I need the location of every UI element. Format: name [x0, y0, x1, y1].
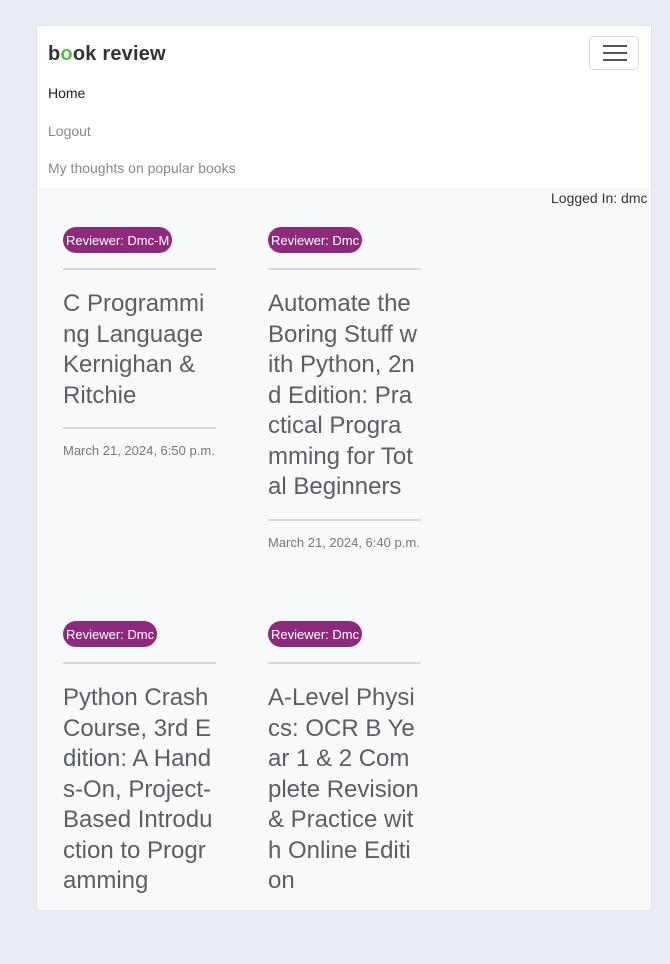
- divider: [63, 427, 216, 429]
- brand-letter-b: b: [48, 43, 61, 65]
- book-title[interactable]: Automate the Boring Stuff with Python, 2…: [268, 289, 421, 503]
- review-card[interactable]: Reviewer: Dmc Automate the Boring Stuff …: [268, 227, 421, 552]
- hamburger-menu-icon[interactable]: [589, 36, 639, 70]
- divider: [268, 268, 421, 270]
- divider: [268, 518, 421, 521]
- brand-letter-o: o: [60, 43, 73, 65]
- reviewer-badge: Reviewer: Dmc: [268, 621, 363, 647]
- nav-thoughts-link[interactable]: My thoughts on popular books: [48, 160, 236, 176]
- divider: [63, 662, 216, 664]
- divider: [268, 662, 421, 664]
- nav-logout-link[interactable]: Logout: [48, 123, 91, 139]
- review-card[interactable]: Reviewer: Dmc Python Crash Course, 3rd E…: [63, 621, 216, 897]
- logged-in-status: Logged In: dmc: [551, 190, 648, 206]
- reviewer-badge: Reviewer: Dmc: [268, 227, 363, 253]
- book-title[interactable]: C Programming Language Kernighan & Ritch…: [63, 289, 216, 411]
- book-title[interactable]: Python Crash Course, 3rd Edition: A Hand…: [63, 683, 216, 897]
- nav-home-link[interactable]: Home: [48, 85, 85, 101]
- reviewer-badge: Reviewer: Dmc: [63, 621, 158, 647]
- review-date: March 21, 2024, 6:40 p.m.: [268, 534, 420, 550]
- review-card[interactable]: Reviewer: Dmc-M C Programming Language K…: [63, 227, 216, 460]
- review-date: March 21, 2024, 6:50 p.m.: [63, 443, 215, 458]
- navbar: book review Home Logout My thoughts on p…: [37, 26, 651, 188]
- brand-logo[interactable]: book review: [48, 43, 166, 66]
- book-title[interactable]: A-Level Physics: OCR B Year 1 & 2 Comple…: [268, 683, 421, 897]
- reviewer-badge: Reviewer: Dmc-M: [63, 227, 173, 253]
- divider: [63, 268, 216, 270]
- brand-text: ok review: [72, 43, 166, 65]
- page-container: book review Home Logout My thoughts on p…: [36, 25, 652, 911]
- review-card[interactable]: Reviewer: Dmc A-Level Physics: OCR B Yea…: [268, 621, 421, 910]
